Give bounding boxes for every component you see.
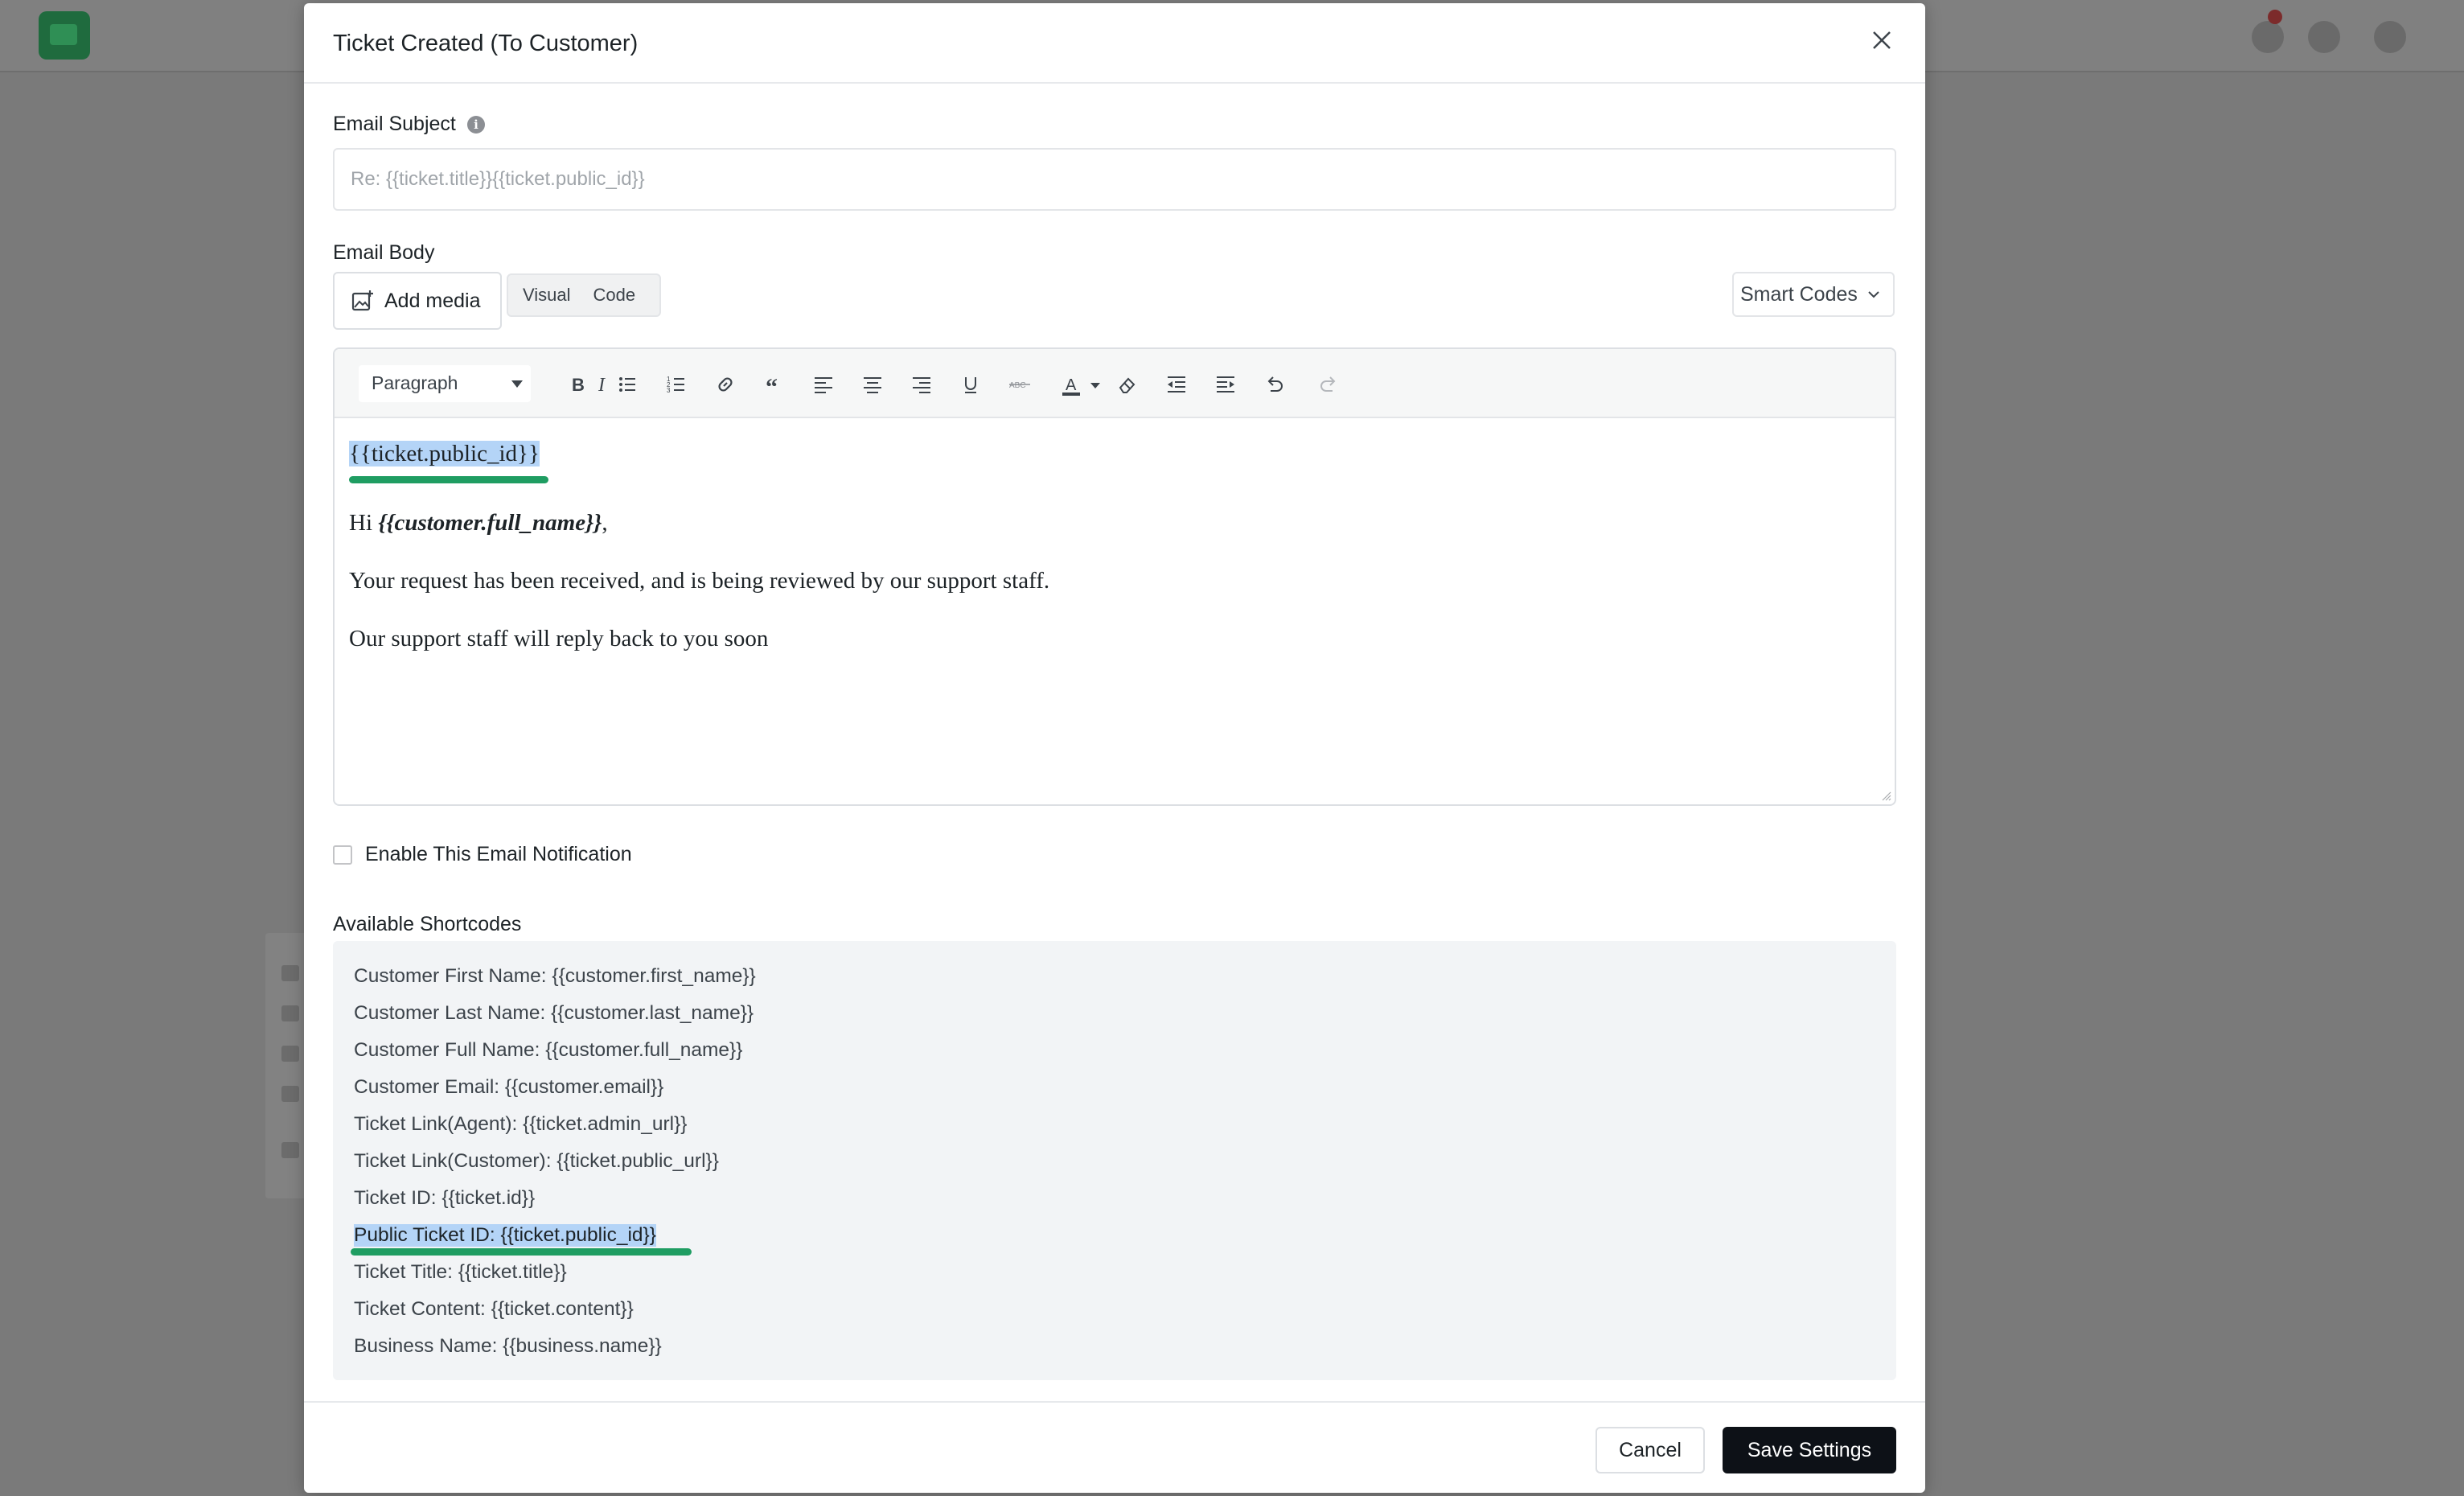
annotation-underline xyxy=(351,1248,692,1256)
link-button[interactable] xyxy=(711,370,740,399)
numbered-list-button[interactable]: 1 2 3 xyxy=(662,370,691,399)
align-right-icon xyxy=(913,377,930,393)
body-label: Email Body xyxy=(333,241,435,264)
blockquote-button[interactable]: “ xyxy=(760,370,789,399)
svg-text:ABC: ABC xyxy=(1009,381,1026,390)
avatar xyxy=(2374,21,2406,53)
close-icon xyxy=(1873,31,1891,49)
numbered-list-icon: 1 2 3 xyxy=(667,376,684,394)
indent-icon xyxy=(1217,376,1234,392)
modal-footer: Cancel Save Settings xyxy=(304,1401,1925,1493)
list-item: Customer Full Name: {{customer.full_name… xyxy=(354,1039,743,1061)
align-right-button[interactable] xyxy=(907,370,936,399)
chevron-down-icon xyxy=(1868,291,1879,298)
content-line-received: Your request has been received, and is b… xyxy=(349,568,1050,594)
underline-icon xyxy=(965,377,976,393)
rich-text-editor: Paragraph B I 1 2 3 “ ABC A {{ticket.pub… xyxy=(333,347,1896,806)
editor-toolbar: Paragraph B I 1 2 3 “ ABC A xyxy=(335,349,1895,418)
smart-codes-label: Smart Codes xyxy=(1740,282,1858,306)
indent-button[interactable] xyxy=(1211,370,1240,399)
bold-icon: B xyxy=(572,375,585,395)
content-line-reply: Our support staff will reply back to you… xyxy=(349,626,769,651)
undo-button[interactable] xyxy=(1260,370,1289,399)
enable-notification-label[interactable]: Enable This Email Notification xyxy=(365,843,632,866)
close-button[interactable] xyxy=(1867,26,1896,55)
bullet-list-icon xyxy=(619,377,635,392)
add-image-icon xyxy=(351,290,373,311)
cancel-button[interactable]: Cancel xyxy=(1595,1427,1705,1473)
align-center-button[interactable] xyxy=(858,370,887,399)
caret-down-icon xyxy=(511,380,523,388)
list-item: Ticket Title: {{ticket.title}} xyxy=(354,1261,567,1283)
list-item: Customer Email: {{customer.email}} xyxy=(354,1076,664,1098)
italic-icon: I xyxy=(598,375,606,396)
undo-icon xyxy=(1267,376,1283,392)
list-item: Customer Last Name: {{customer.last_name… xyxy=(354,1002,754,1024)
align-left-button[interactable] xyxy=(809,370,838,399)
annotation-underline xyxy=(349,476,548,483)
modal-header: Ticket Created (To Customer) xyxy=(304,3,1925,84)
modal-title: Ticket Created (To Customer) xyxy=(333,31,639,56)
clear-formatting-button[interactable] xyxy=(1113,370,1142,399)
greeting-suffix: , xyxy=(602,510,608,536)
text-color-button[interactable]: A xyxy=(1055,370,1087,399)
strikethrough-icon: ABC xyxy=(1009,381,1030,390)
app-logo xyxy=(39,11,90,60)
email-template-modal: Ticket Created (To Customer) Email Subje… xyxy=(304,3,1925,1493)
list-item: Ticket Content: {{ticket.content}} xyxy=(354,1298,634,1320)
selected-shortcode: {{ticket.public_id}} xyxy=(349,441,540,466)
svg-text:A: A xyxy=(1066,376,1077,394)
link-icon xyxy=(718,377,733,392)
caret-down-icon xyxy=(1090,383,1100,388)
svg-text:B: B xyxy=(572,375,585,395)
content-line-public-id: {{ticket.public_id}} xyxy=(349,441,540,467)
outdent-icon xyxy=(1168,376,1185,392)
svg-text:3: 3 xyxy=(667,387,671,394)
format-select-value: Paragraph xyxy=(372,372,458,393)
list-item: Ticket Link(Agent): {{ticket.admin_url}} xyxy=(354,1113,688,1135)
eraser-icon xyxy=(1119,377,1135,393)
tab-visual[interactable]: Visual xyxy=(508,285,585,306)
notification-icon xyxy=(2252,21,2284,53)
strikethrough-button[interactable]: ABC xyxy=(1005,370,1034,399)
enable-notification-checkbox[interactable] xyxy=(333,845,352,865)
align-center-icon xyxy=(864,377,881,393)
shortcodes-title: Available Shortcodes xyxy=(333,913,522,935)
settings-icon xyxy=(2308,21,2340,53)
smart-codes-dropdown[interactable]: Smart Codes xyxy=(1732,272,1895,317)
svg-text:“: “ xyxy=(766,374,778,397)
save-settings-button[interactable]: Save Settings xyxy=(1723,1427,1896,1473)
editor-mode-tabs: Visual Code xyxy=(507,273,661,317)
editor-content[interactable]: {{ticket.public_id}} Hi {{customer.full_… xyxy=(335,418,1895,804)
list-item: Ticket Link(Customer): {{ticket.public_u… xyxy=(354,1150,719,1172)
add-media-button[interactable]: Add media xyxy=(333,272,502,330)
list-item: Business Name: {{business.name}} xyxy=(354,1335,662,1357)
list-item-highlighted: Public Ticket ID: {{ticket.public_id}} xyxy=(354,1224,656,1247)
bullet-list-button[interactable] xyxy=(613,370,642,399)
add-media-label: Add media xyxy=(384,289,481,312)
resize-grip-icon[interactable] xyxy=(1879,788,1891,801)
svg-text:I: I xyxy=(598,375,606,396)
align-left-icon xyxy=(815,377,832,393)
subject-label: Email Subject xyxy=(333,113,456,135)
content-greeting: Hi {{customer.full_name}}, xyxy=(349,510,608,536)
text-color-icon: A xyxy=(1062,376,1080,396)
redo-button[interactable] xyxy=(1314,370,1343,399)
text-color-dropdown[interactable] xyxy=(1087,370,1103,399)
greeting-name-shortcode: {{customer.full_name}} xyxy=(378,510,602,536)
underline-button[interactable] xyxy=(956,370,985,399)
tab-code[interactable]: Code xyxy=(585,285,651,306)
list-item: Ticket ID: {{ticket.id}} xyxy=(354,1187,536,1209)
notification-badge xyxy=(2268,10,2282,24)
subject-input[interactable] xyxy=(333,148,1896,211)
redo-icon xyxy=(1320,376,1336,392)
info-icon[interactable]: i xyxy=(467,116,485,134)
shortcodes-list: Customer First Name: {{customer.first_na… xyxy=(333,941,1896,1380)
greeting-prefix: Hi xyxy=(349,510,379,536)
outdent-button[interactable] xyxy=(1162,370,1191,399)
format-select[interactable]: Paragraph xyxy=(359,365,531,402)
list-item: Customer First Name: {{customer.first_na… xyxy=(354,965,756,987)
quote-icon: “ xyxy=(766,374,778,397)
